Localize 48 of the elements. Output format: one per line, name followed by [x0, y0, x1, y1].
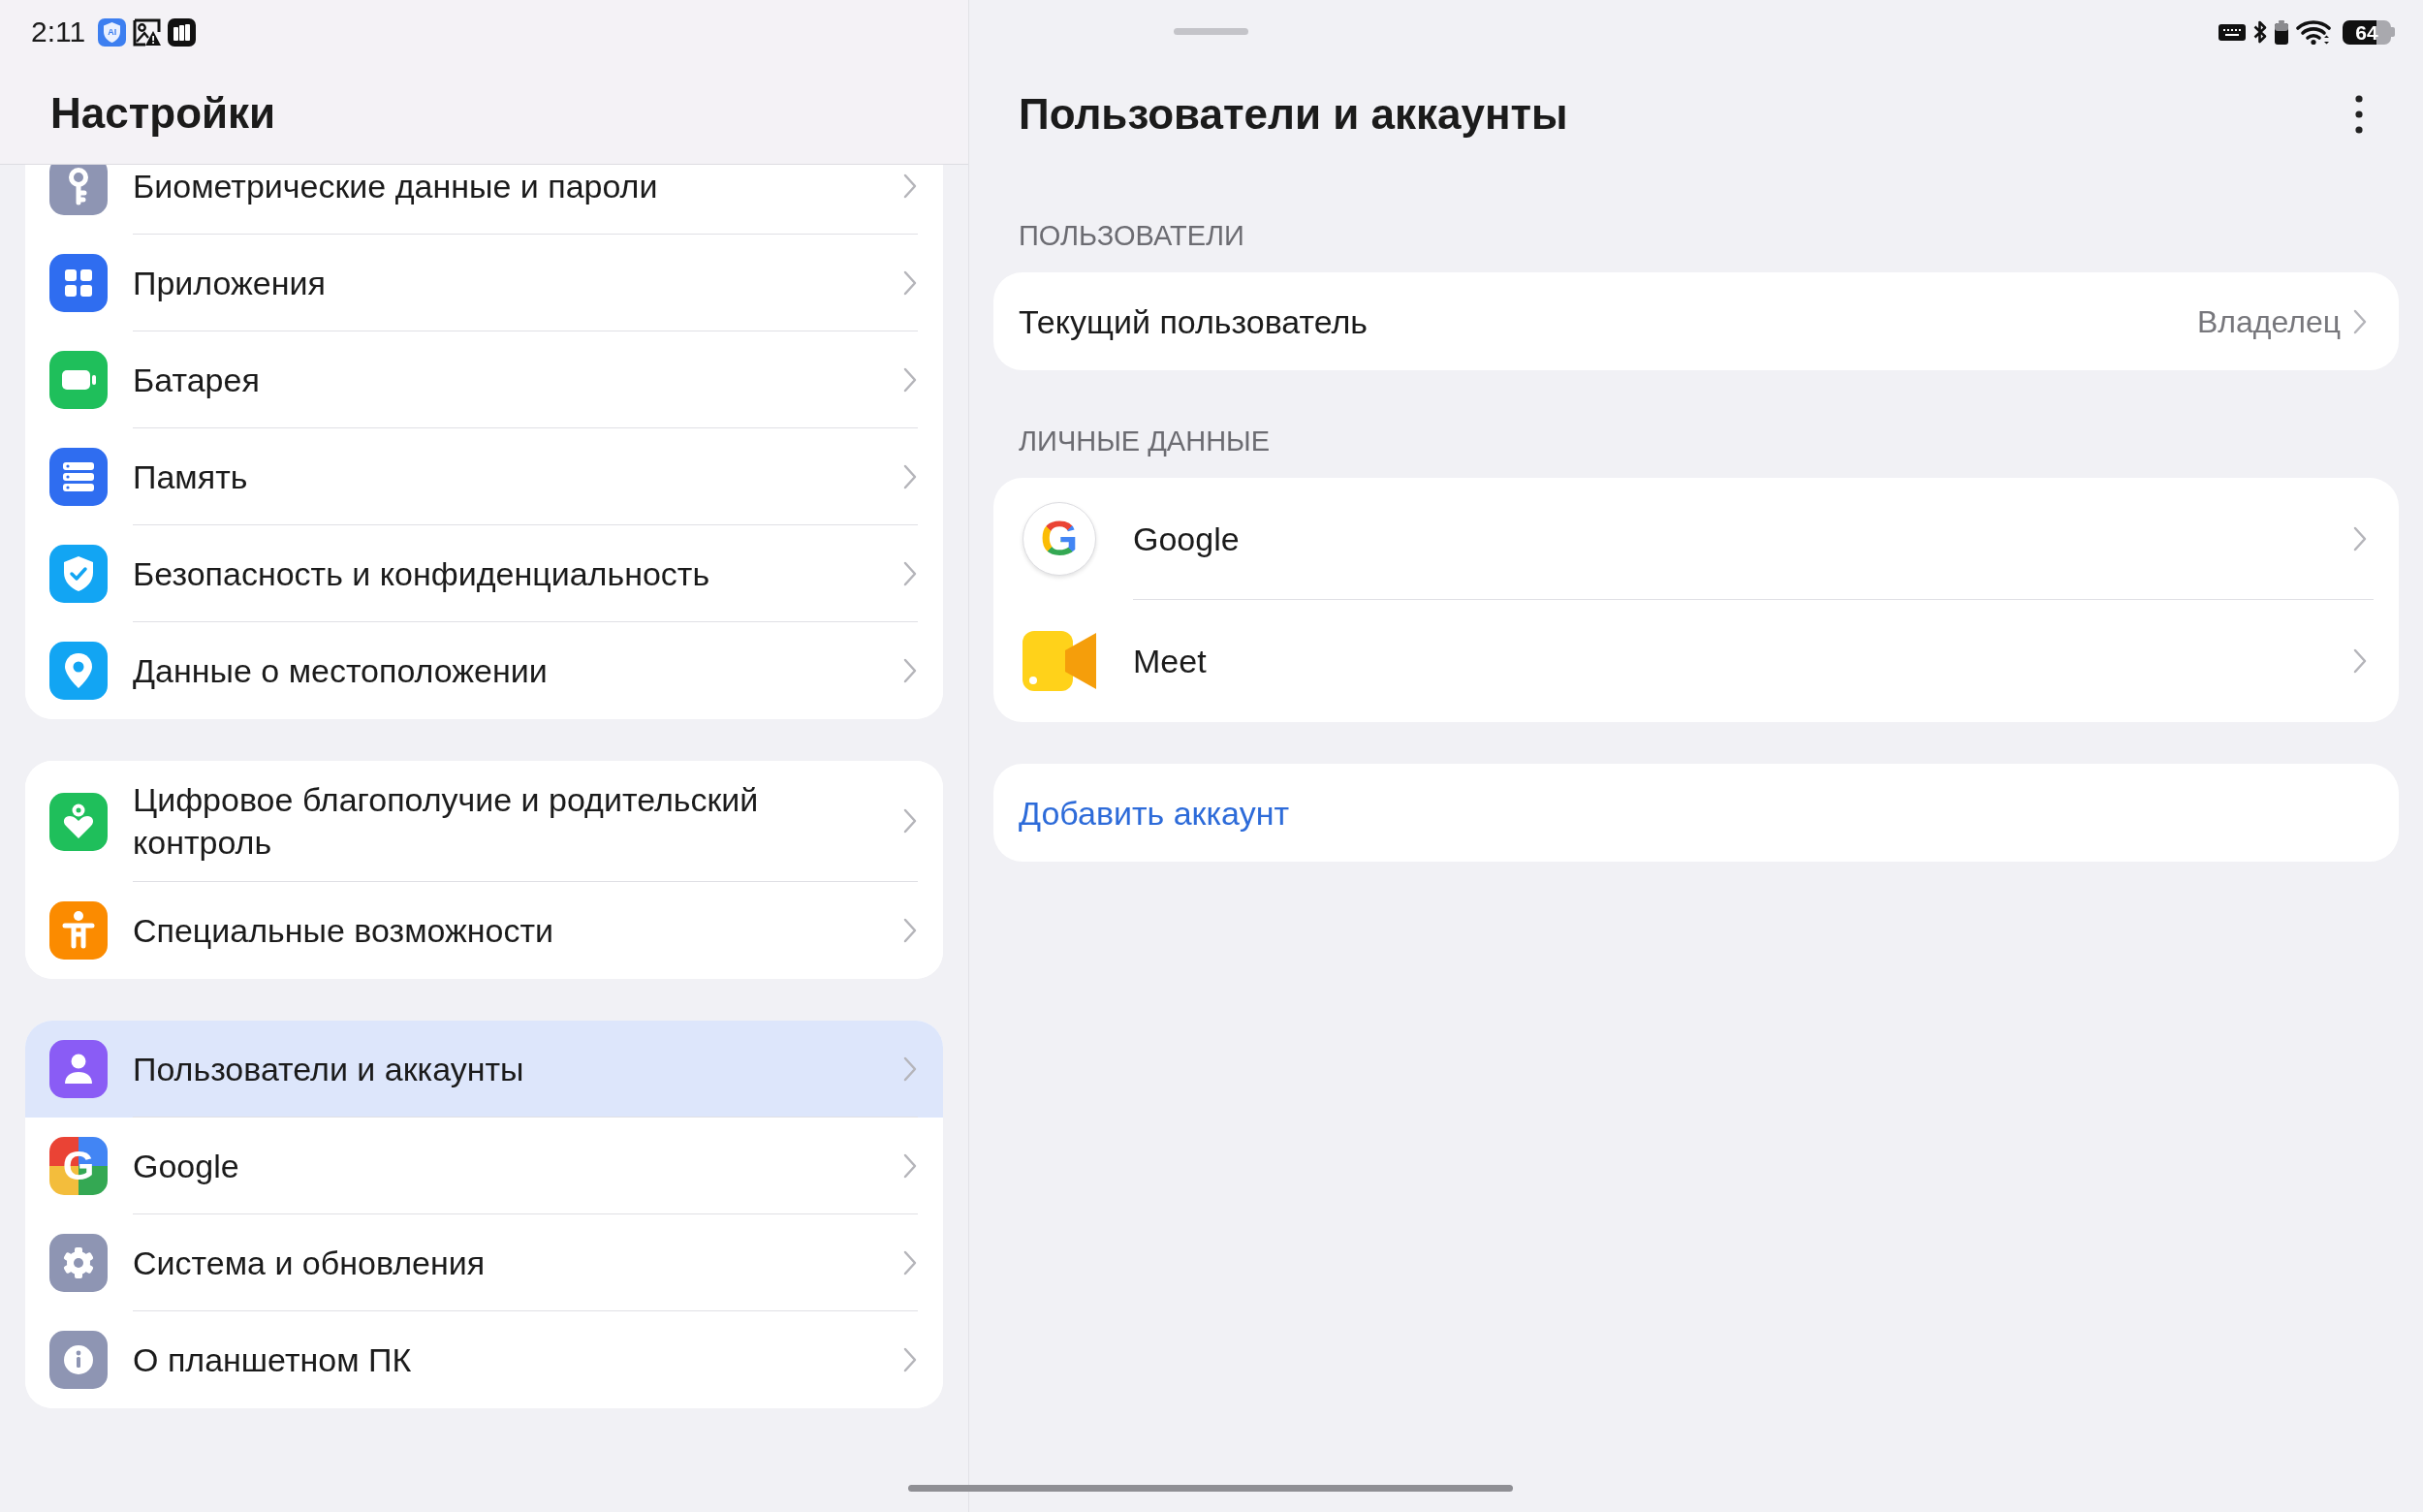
key-icon: [49, 165, 108, 215]
account-row[interactable]: Meet: [993, 600, 2399, 722]
chevron-icon: [902, 807, 918, 835]
g-logo-icon: G: [1023, 502, 1096, 576]
chevron-icon: [902, 268, 918, 297]
chevron-icon: [902, 917, 918, 944]
small-battery-icon: [2275, 19, 2288, 45]
grid-icon: [49, 254, 108, 312]
chevron-icon: [902, 1346, 918, 1373]
current-user-row[interactable]: Текущий пользователь Владелец: [993, 272, 2399, 370]
chevron-icon: [2352, 647, 2368, 675]
chevron-icon: [2352, 524, 2368, 552]
bluetooth-icon: [2253, 20, 2267, 44]
add-account-button[interactable]: Добавить аккаунт: [993, 764, 2399, 862]
person-icon: [49, 1040, 108, 1098]
section-heading: ПОЛЬЗОВАТЕЛИ: [1018, 219, 1245, 253]
chevron-icon: [902, 559, 918, 587]
shield-check-icon: [49, 545, 108, 603]
storage-icon: [49, 448, 108, 506]
settings-item[interactable]: Пользователи и аккаунты: [25, 1021, 943, 1118]
chevron-icon: [902, 657, 918, 684]
more-icon[interactable]: [2355, 95, 2363, 134]
wifi-icon: [2296, 18, 2331, 46]
info-icon: [49, 1331, 108, 1389]
keyboard-icon: [2218, 23, 2246, 41]
battery-icon: [49, 351, 108, 409]
books-icon: [168, 17, 197, 47]
chevron-icon: [902, 365, 918, 394]
chevron-icon: [902, 172, 918, 200]
location-pin-icon: [49, 642, 108, 700]
section-heading: ЛИЧНЫЕ ДАННЫЕ: [1018, 425, 1272, 458]
chevron-icon: [902, 462, 918, 490]
image-warning-icon: [133, 17, 162, 47]
user-role-value: Владелец: [2197, 302, 2341, 341]
chevron-icon: [902, 1055, 918, 1083]
chevron-icon: [2352, 307, 2368, 335]
chevron-icon: [902, 1151, 918, 1180]
ai-shield-badge: AI: [98, 17, 127, 47]
account-row[interactable]: G Google: [993, 478, 2399, 600]
heart-person-icon: [49, 792, 108, 851]
chevron-icon: [902, 1248, 918, 1276]
sidebar-title: Настройки: [50, 87, 276, 139]
accessibility-icon: [49, 901, 108, 960]
page-title: Пользователи и аккаунты: [1019, 89, 1568, 140]
gear-icon: [49, 1234, 108, 1292]
video-camera-icon: [1023, 631, 1096, 691]
status-time: 2:11: [31, 17, 86, 47]
drag-handle[interactable]: [1174, 28, 1248, 35]
